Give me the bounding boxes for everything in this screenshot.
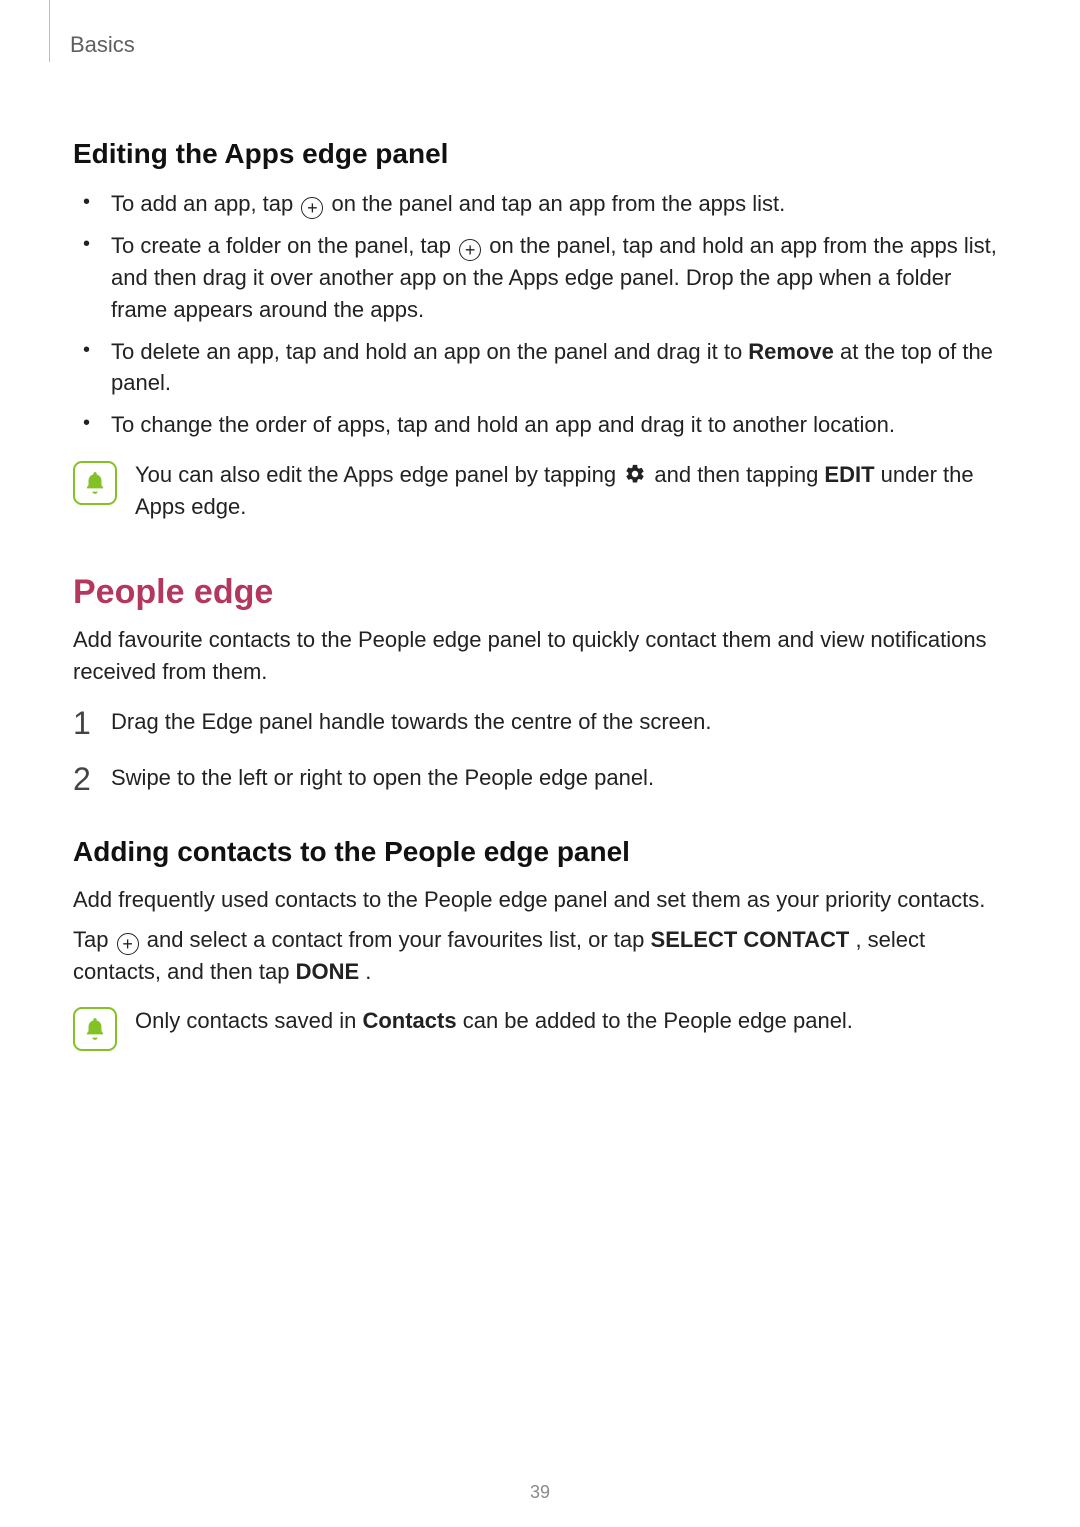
bullet-change-order: To change the order of apps, tap and hol… <box>105 409 1007 441</box>
bullet-list-editing: To add an app, tap on the panel and tap … <box>73 188 1007 441</box>
bold-select-contact: SELECT CONTACT <box>651 927 850 952</box>
text: and select a contact from your favourite… <box>147 927 651 952</box>
note-edit-apps-edge: You can also edit the Apps edge panel by… <box>73 459 1007 523</box>
text: Drag the Edge panel handle towards the c… <box>111 706 712 738</box>
plus-circle-icon <box>301 197 323 219</box>
bold-edit: EDIT <box>824 462 874 487</box>
bullet-delete-app: To delete an app, tap and hold an app on… <box>105 336 1007 400</box>
note-bell-icon <box>73 461 117 505</box>
adding-contacts-p2: Tap and select a contact from your favou… <box>73 924 1007 988</box>
text: Only contacts saved in <box>135 1008 362 1033</box>
note-text: Only contacts saved in Contacts can be a… <box>135 1005 853 1037</box>
text: Tap <box>73 927 115 952</box>
note-bell-icon <box>73 1007 117 1051</box>
section-label: Basics <box>0 0 1080 58</box>
heading-editing-apps-edge: Editing the Apps edge panel <box>73 138 1007 170</box>
bold-done: DONE <box>296 959 360 984</box>
heading-adding-contacts: Adding contacts to the People edge panel <box>73 836 1007 868</box>
text: can be added to the People edge panel. <box>463 1008 853 1033</box>
step-1: Drag the Edge panel handle towards the c… <box>73 706 1007 740</box>
plus-circle-icon <box>117 933 139 955</box>
people-edge-intro: Add favourite contacts to the People edg… <box>73 624 1007 688</box>
gear-icon <box>624 463 646 485</box>
bullet-add-app: To add an app, tap on the panel and tap … <box>105 188 1007 220</box>
text: To create a folder on the panel, tap <box>111 233 457 258</box>
text: To change the order of apps, tap and hol… <box>111 412 895 437</box>
step-2: Swipe to the left or right to open the P… <box>73 762 1007 796</box>
page: Basics Editing the Apps edge panel To ad… <box>0 0 1080 1527</box>
bold-contacts: Contacts <box>362 1008 456 1033</box>
note-contacts-only: Only contacts saved in Contacts can be a… <box>73 1005 1007 1051</box>
text: To add an app, tap <box>111 191 299 216</box>
page-number: 39 <box>0 1482 1080 1503</box>
text: . <box>365 959 371 984</box>
note-text: You can also edit the Apps edge panel by… <box>135 459 1007 523</box>
text: and then tapping <box>654 462 824 487</box>
text: To delete an app, tap and hold an app on… <box>111 339 748 364</box>
bullet-create-folder: To create a folder on the panel, tap on … <box>105 230 1007 326</box>
people-edge-steps: Drag the Edge panel handle towards the c… <box>73 706 1007 796</box>
text: You can also edit the Apps edge panel by… <box>135 462 622 487</box>
content: Editing the Apps edge panel To add an ap… <box>0 58 1080 1051</box>
heading-people-edge: People edge <box>73 573 1007 612</box>
text: on the panel and tap an app from the app… <box>332 191 786 216</box>
text: Swipe to the left or right to open the P… <box>111 762 654 794</box>
bold-remove: Remove <box>748 339 834 364</box>
adding-contacts-p1: Add frequently used contacts to the Peop… <box>73 884 1007 916</box>
plus-circle-icon <box>459 239 481 261</box>
header-divider <box>49 0 50 62</box>
